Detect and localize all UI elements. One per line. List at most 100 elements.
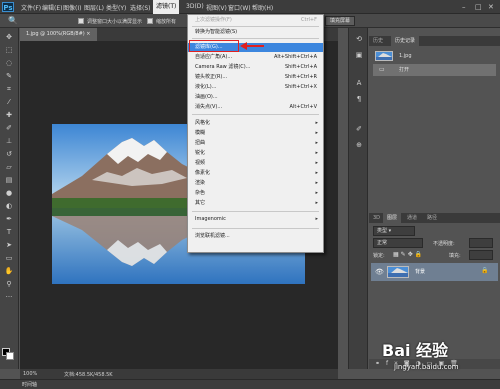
document-info: 文档:458.5K/458.5K <box>64 372 113 378</box>
menu-file[interactable]: 文件(F) <box>21 3 41 12</box>
history-panel-icon[interactable]: ⟲ <box>353 34 365 44</box>
blur-tool-icon[interactable]: ● <box>2 188 16 199</box>
quick-select-tool-icon[interactable]: ✎ <box>2 71 16 82</box>
menu-item-camera-raw[interactable]: Camera Raw 滤镜(C)... Shift+Ctrl+A <box>188 63 323 72</box>
menu-item-shortcut: Alt+Ctrl+V <box>289 104 317 110</box>
layer-thumbnail-image <box>388 267 408 277</box>
dodge-tool-icon[interactable]: ◐ <box>2 201 16 212</box>
menu-item-convert-smart-filter[interactable]: 转换为智能滤镜(S) <box>188 28 323 37</box>
clone-source-panel-icon[interactable]: ⊕ <box>353 140 365 150</box>
menu-item-noise[interactable]: 杂色 ▸ <box>188 189 323 198</box>
menu-item-liquify[interactable]: 液化(L)... Shift+Ctrl+X <box>188 83 323 92</box>
timeline-label[interactable]: 时间轴 <box>22 381 37 388</box>
menu-filter[interactable]: 滤镜(T) <box>153 0 180 14</box>
resize-window-checkbox[interactable] <box>78 18 84 24</box>
menu-item-label: Imagenomic <box>195 216 226 222</box>
menu-item-render[interactable]: 渲染 ▸ <box>188 179 323 188</box>
gradient-tool-icon[interactable]: ▤ <box>2 175 16 186</box>
menu-item-blur[interactable]: 模糊 ▸ <box>188 129 323 138</box>
layer-kind-filter[interactable]: 类型 ▾ <box>373 226 415 236</box>
menu-item-lens-correction[interactable]: 镜头校正(R)... Shift+Ctrl+R <box>188 73 323 82</box>
history-snapshot-row[interactable]: 1.jpg <box>373 50 496 62</box>
snapshot-thumbnail-image <box>376 52 392 60</box>
menu-item-imagenomic[interactable]: Imagenomic ▸ <box>188 215 323 224</box>
menu-item-adaptive-wide-angle[interactable]: 自适应广角(A)... Alt+Shift+Ctrl+A <box>188 53 323 62</box>
eraser-tool-icon[interactable]: ▱ <box>2 162 16 173</box>
opacity-field[interactable] <box>469 238 493 248</box>
menu-item-video[interactable]: 视频 ▸ <box>188 159 323 168</box>
eyedropper-tool-icon[interactable]: ⁄ <box>2 97 16 108</box>
layer-visibility-eye-icon[interactable]: 👁 <box>375 268 384 276</box>
brush-tool-icon[interactable]: ✐ <box>2 123 16 134</box>
menu-item-browse-online-filters[interactable]: 浏览联机滤镜... <box>188 232 323 241</box>
menu-layer[interactable]: 图层(L) <box>84 3 104 12</box>
minimize-icon[interactable]: – <box>462 3 466 11</box>
menu-select[interactable]: 选择(S) <box>130 3 151 12</box>
shape-tool-icon[interactable]: ▭ <box>2 253 16 264</box>
close-icon[interactable]: ✕ <box>488 3 494 11</box>
pen-tool-icon[interactable]: ✒ <box>2 214 16 225</box>
zoom-level[interactable]: 100% <box>23 371 37 377</box>
layer-background-row[interactable]: 👁 背景 🔒 <box>371 263 498 281</box>
menu-item-label: 锐化 <box>195 150 206 156</box>
menu-item-last-filter[interactable]: 上次滤镜操作(F) Ctrl+F <box>188 16 323 25</box>
submenu-arrow-icon: ▸ <box>315 130 318 136</box>
tab-layers[interactable]: 图层 <box>383 213 402 223</box>
zoom-tool-icon[interactable]: 🔍 <box>8 16 22 26</box>
menu-edit[interactable]: 编辑(E) <box>42 3 62 12</box>
clone-stamp-tool-icon[interactable]: ⊥ <box>2 136 16 147</box>
hand-tool-icon[interactable]: ✋ <box>2 266 16 277</box>
crop-tool-icon[interactable]: ⌗ <box>2 84 16 95</box>
history-state-open[interactable]: ▭ 打开 <box>373 64 496 76</box>
menu-item-shortcut: Shift+Ctrl+R <box>284 74 317 80</box>
lock-icons[interactable]: ▦✎✥🔒 <box>393 251 424 258</box>
path-select-tool-icon[interactable]: ➤ <box>2 240 16 251</box>
tab-channels[interactable]: 通道 <box>403 213 421 223</box>
tab-paths[interactable]: 路径 <box>423 213 441 223</box>
menu-item-pixelate[interactable]: 像素化 ▸ <box>188 169 323 178</box>
resize-window-label: 调整窗口大小以满屏显示 <box>87 19 143 25</box>
submenu-arrow-icon: ▸ <box>315 120 318 126</box>
menu-type[interactable]: 类型(Y) <box>106 3 126 12</box>
menu-item-distort[interactable]: 扭曲 ▸ <box>188 139 323 148</box>
brush-panel-icon[interactable]: ✐ <box>353 124 365 134</box>
history-brush-tool-icon[interactable]: ↺ <box>2 149 16 160</box>
menu-view[interactable]: 视图(V) <box>206 3 227 12</box>
menu-item-sharpen[interactable]: 锐化 ▸ <box>188 149 323 158</box>
menu-separator <box>192 26 319 27</box>
menu-window[interactable]: 窗口(W) <box>228 3 251 12</box>
fill-label: 填充: <box>449 253 461 259</box>
menu-item-label: 上次滤镜操作(F) <box>195 17 232 23</box>
tab-history-short[interactable]: 历史 <box>369 36 387 46</box>
menu-item-vanishing-point[interactable]: 消失点(V)... Alt+Ctrl+V <box>188 103 323 112</box>
menu-item-label: 像素化 <box>195 170 211 176</box>
menu-help[interactable]: 帮助(H) <box>252 3 273 12</box>
annotation-highlight-box <box>189 40 239 52</box>
menu-3d[interactable]: 3D(D) <box>186 3 204 10</box>
menu-item-shortcut: Shift+Ctrl+A <box>284 64 317 70</box>
maximize-icon[interactable]: □ <box>475 3 482 11</box>
character-panel-icon[interactable]: A <box>353 78 365 88</box>
tab-history[interactable]: 历史记录 <box>391 36 420 46</box>
more-tools-icon[interactable]: ··· <box>2 292 16 303</box>
fill-field[interactable] <box>469 250 493 260</box>
background-color-swatch[interactable] <box>6 352 14 360</box>
lasso-tool-icon[interactable]: ◌ <box>2 58 16 69</box>
marquee-tool-icon[interactable]: ⬚ <box>2 45 16 56</box>
submenu-arrow-icon: ▸ <box>315 216 318 222</box>
fill-screen-button[interactable]: 填充屏幕 <box>325 16 356 26</box>
healing-brush-tool-icon[interactable]: ✚ <box>2 110 16 121</box>
move-tool-icon[interactable]: ✥ <box>2 32 16 43</box>
type-tool-icon[interactable]: T <box>2 227 16 238</box>
document-tab[interactable]: 1.jpg @ 100%(RGB/8#) × <box>20 28 97 41</box>
properties-panel-icon[interactable]: ▣ <box>353 50 365 60</box>
blend-mode-select[interactable]: 正常 <box>373 238 423 248</box>
menu-image[interactable]: 图像(I) <box>63 3 81 12</box>
tab-3d[interactable]: 3D <box>369 213 384 223</box>
paragraph-panel-icon[interactable]: ¶ <box>353 94 365 104</box>
zoom-tool-icon[interactable]: ⚲ <box>2 279 16 290</box>
menu-item-stylize[interactable]: 风格化 ▸ <box>188 119 323 128</box>
menu-item-oil-paint[interactable]: 油画(O)... <box>188 93 323 102</box>
zoom-all-checkbox[interactable] <box>147 18 153 24</box>
menu-item-other[interactable]: 其它 ▸ <box>188 199 323 208</box>
